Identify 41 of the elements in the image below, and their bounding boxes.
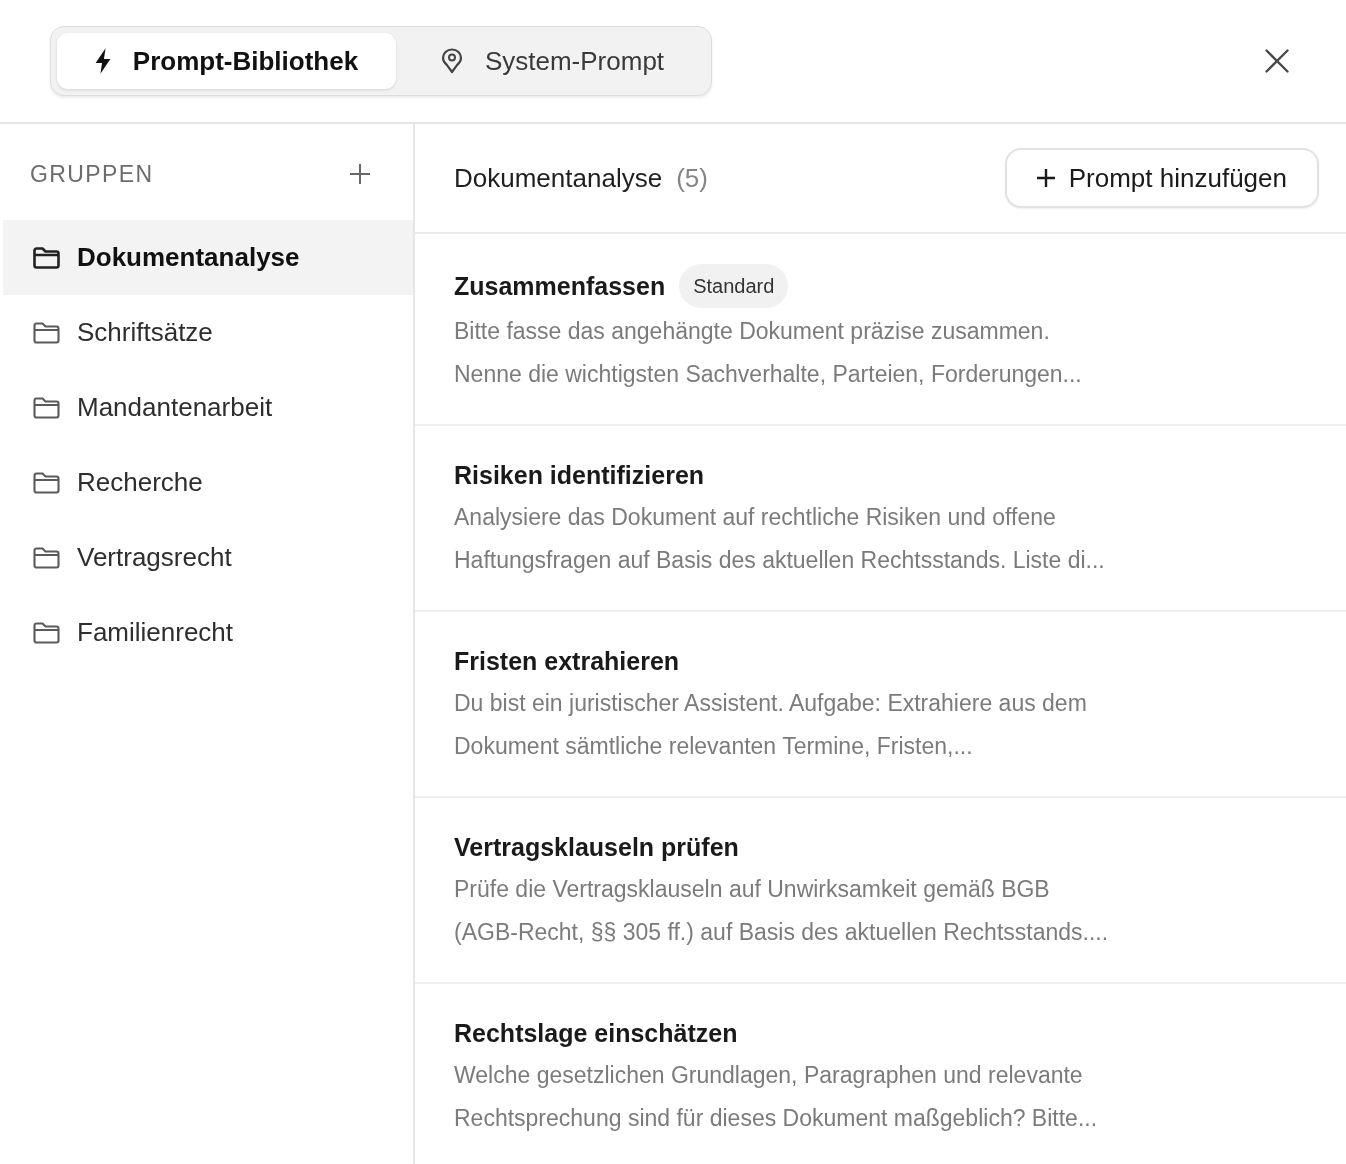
prompt-list-item[interactable]: Risiken identifizieren Analysiere das Dokument auf rechtliche Risiken und offene Haftungsfragen auf Basis des aktuellen Rechtsstands. Liste di... (415, 426, 1346, 612)
folder-icon (33, 621, 60, 644)
prompt-title: Fristen extrahieren (454, 646, 680, 676)
prompt-list-item[interactable]: Vertragsklauseln prüfen Prüfe die Vertragsklauseln auf Unwirksamkeit gemäß BGB (AGB-Recht, §§ 305 ff.) auf Basis des aktuellen Rechtsstands.... (415, 798, 1346, 984)
folder-icon (33, 321, 60, 344)
prompt-description: Du bist ein juristischer Assistent. Aufgabe: Extrahiere aus dem Dokument sämtliche relevanten Termine, Fristen,... (454, 689, 1088, 761)
close-button[interactable] (1264, 48, 1290, 74)
group-item[interactable]: Dokumentanalyse (3, 220, 413, 295)
group-item[interactable]: Recherche (3, 445, 413, 520)
group-item[interactable]: Schriftsätze (3, 295, 413, 370)
group-item[interactable]: Mandantenarbeit (3, 370, 413, 445)
prompt-list-item[interactable]: Fristen extrahieren Du bist ein juristischer Assistent. Aufgabe: Extrahiere aus dem Dokument sämtliche relevanten Termine, Fristen,... (415, 612, 1346, 798)
folder-icon (33, 546, 60, 569)
group-item[interactable]: Familienrecht (3, 595, 413, 670)
map-pin-icon (440, 48, 463, 74)
folder-icon (33, 396, 60, 419)
tab[interactable]: Prompt-Bibliothek (57, 33, 396, 89)
group-title: Dokumentanalyse (454, 161, 663, 195)
prompt-description: Welche gesetzlichen Grundlagen, Paragraphen und relevante Rechtsprechung sind für dieses Dokument maßgeblich? Bitte... (454, 1061, 1099, 1133)
folder-icon (33, 471, 60, 494)
prompt-description: Analysiere das Dokument auf rechtliche Risiken und offene Haftungsfragen auf Basis des aktuellen Rechtsstands. Liste di... (454, 503, 1106, 575)
plus-icon (1036, 169, 1055, 187)
badge: Standard (679, 264, 789, 308)
prompt-description: Prüfe die Vertragsklauseln auf Unwirksamkeit gemäß BGB (AGB-Recht, §§ 305 ff.) auf Basis des aktuellen Rechtsstands.... (454, 875, 1110, 947)
plus-icon (350, 164, 370, 184)
prompt-count: (5) (676, 161, 708, 195)
add-prompt-button[interactable]: Prompt hinzufügen (1004, 148, 1319, 208)
group-item[interactable]: Vertragsrecht (3, 520, 413, 595)
prompt-title: Rechtslage einschätzen (454, 1018, 738, 1048)
folder-icon (33, 246, 60, 269)
prompt-title: Risiken identifizieren (454, 460, 705, 490)
tab[interactable]: System-Prompt (400, 33, 705, 89)
prompt-list-item[interactable]: Rechtslage einschätzen Welche gesetzlichen Grundlagen, Paragraphen und relevante Rechtsprechung sind für dieses Dokument maßgeblich? Bitte... (415, 984, 1346, 1164)
sidebar-heading: GRUPPEN (30, 159, 154, 189)
prompt-title: Zusammenfassen (454, 271, 666, 301)
close-icon (1265, 49, 1289, 73)
prompt-description: Bitte fasse das angehängte Dokument präzise zusammen. Nenne die wichtigsten Sachverhalte, Parteien, Forderungen... (454, 317, 1083, 389)
prompt-list-item[interactable]: Zusammenfassen Standard Bitte fasse das angehängte Dokument präzise zusammen. Nenne die wichtigsten Sachverhalte, Parteien, Forderungen... (415, 234, 1346, 426)
add-group-button[interactable] (349, 163, 371, 185)
lightning-bolt-icon (94, 48, 111, 74)
prompt-title: Vertragsklauseln prüfen (454, 832, 739, 862)
